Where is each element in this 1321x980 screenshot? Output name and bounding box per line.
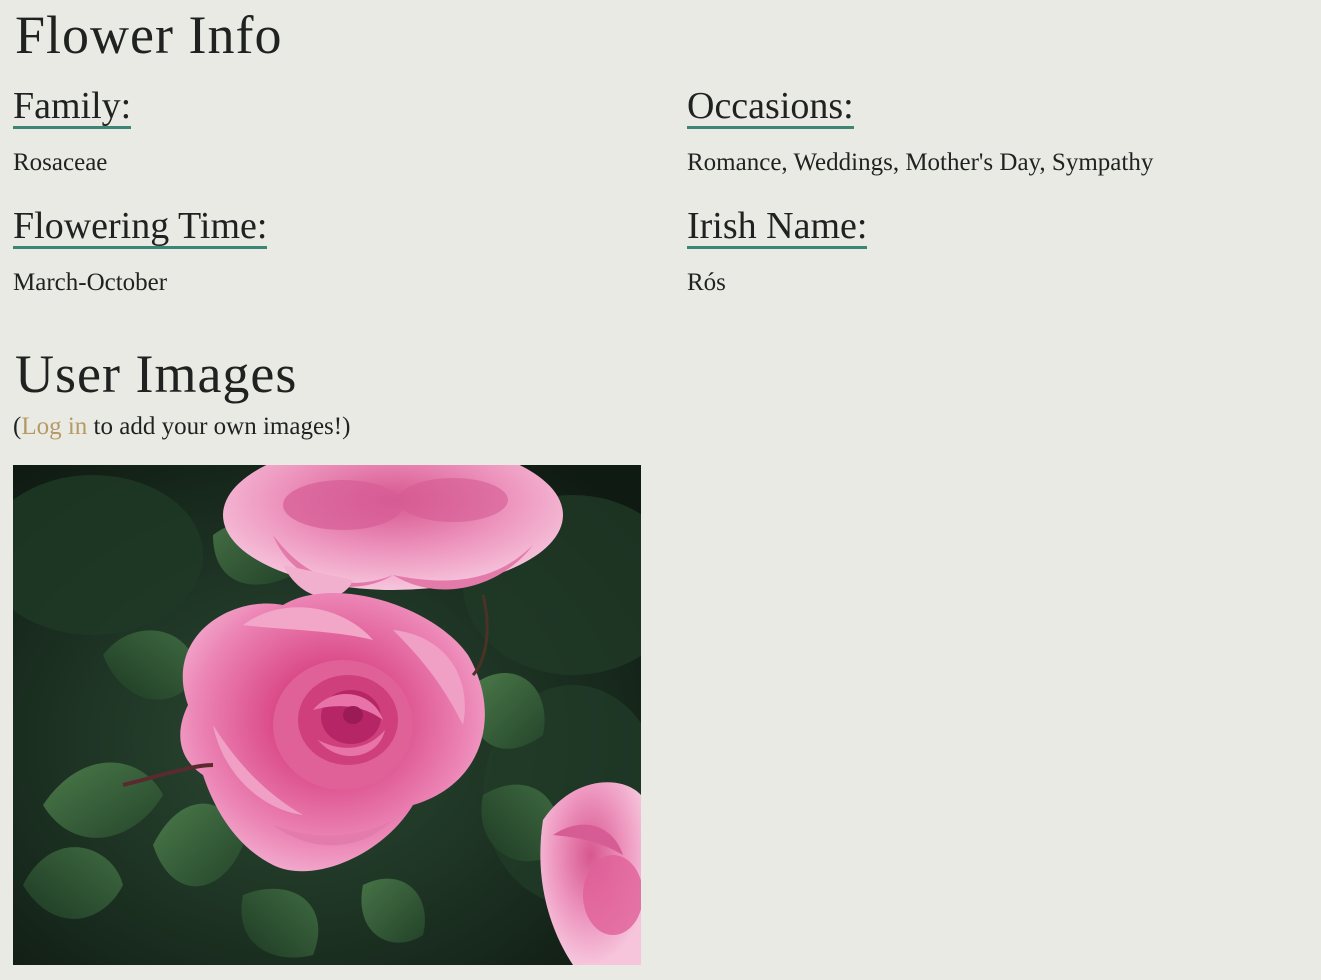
- occasions-value: Romance, Weddings, Mother's Day, Sympath…: [687, 149, 1154, 176]
- user-images-heading: User Images: [15, 344, 298, 404]
- irish-name-section: Irish Name: Rós: [687, 205, 1307, 296]
- login-note-suffix: to add your own images!): [87, 413, 351, 440]
- family-value: Rosaceae: [13, 149, 108, 176]
- family-label: Family:: [13, 85, 132, 129]
- occasions-label: Occasions:: [687, 85, 854, 129]
- flowering-time-label: Flowering Time:: [13, 205, 268, 249]
- irish-name-value: Rós: [687, 269, 726, 296]
- family-section: Family: Rosaceae: [13, 85, 633, 176]
- login-note: (Log in to add your own images!): [13, 412, 350, 442]
- login-link[interactable]: Log in: [21, 413, 87, 440]
- user-image-rose[interactable]: [13, 465, 641, 965]
- pink-rose-photo: [13, 465, 641, 965]
- irish-name-label: Irish Name:: [687, 205, 868, 249]
- flower-info-heading: Flower Info: [15, 5, 283, 65]
- flowering-time-section: Flowering Time: March-October: [13, 205, 633, 296]
- occasions-section: Occasions: Romance, Weddings, Mother's D…: [687, 85, 1307, 176]
- flowering-time-value: March-October: [13, 269, 168, 296]
